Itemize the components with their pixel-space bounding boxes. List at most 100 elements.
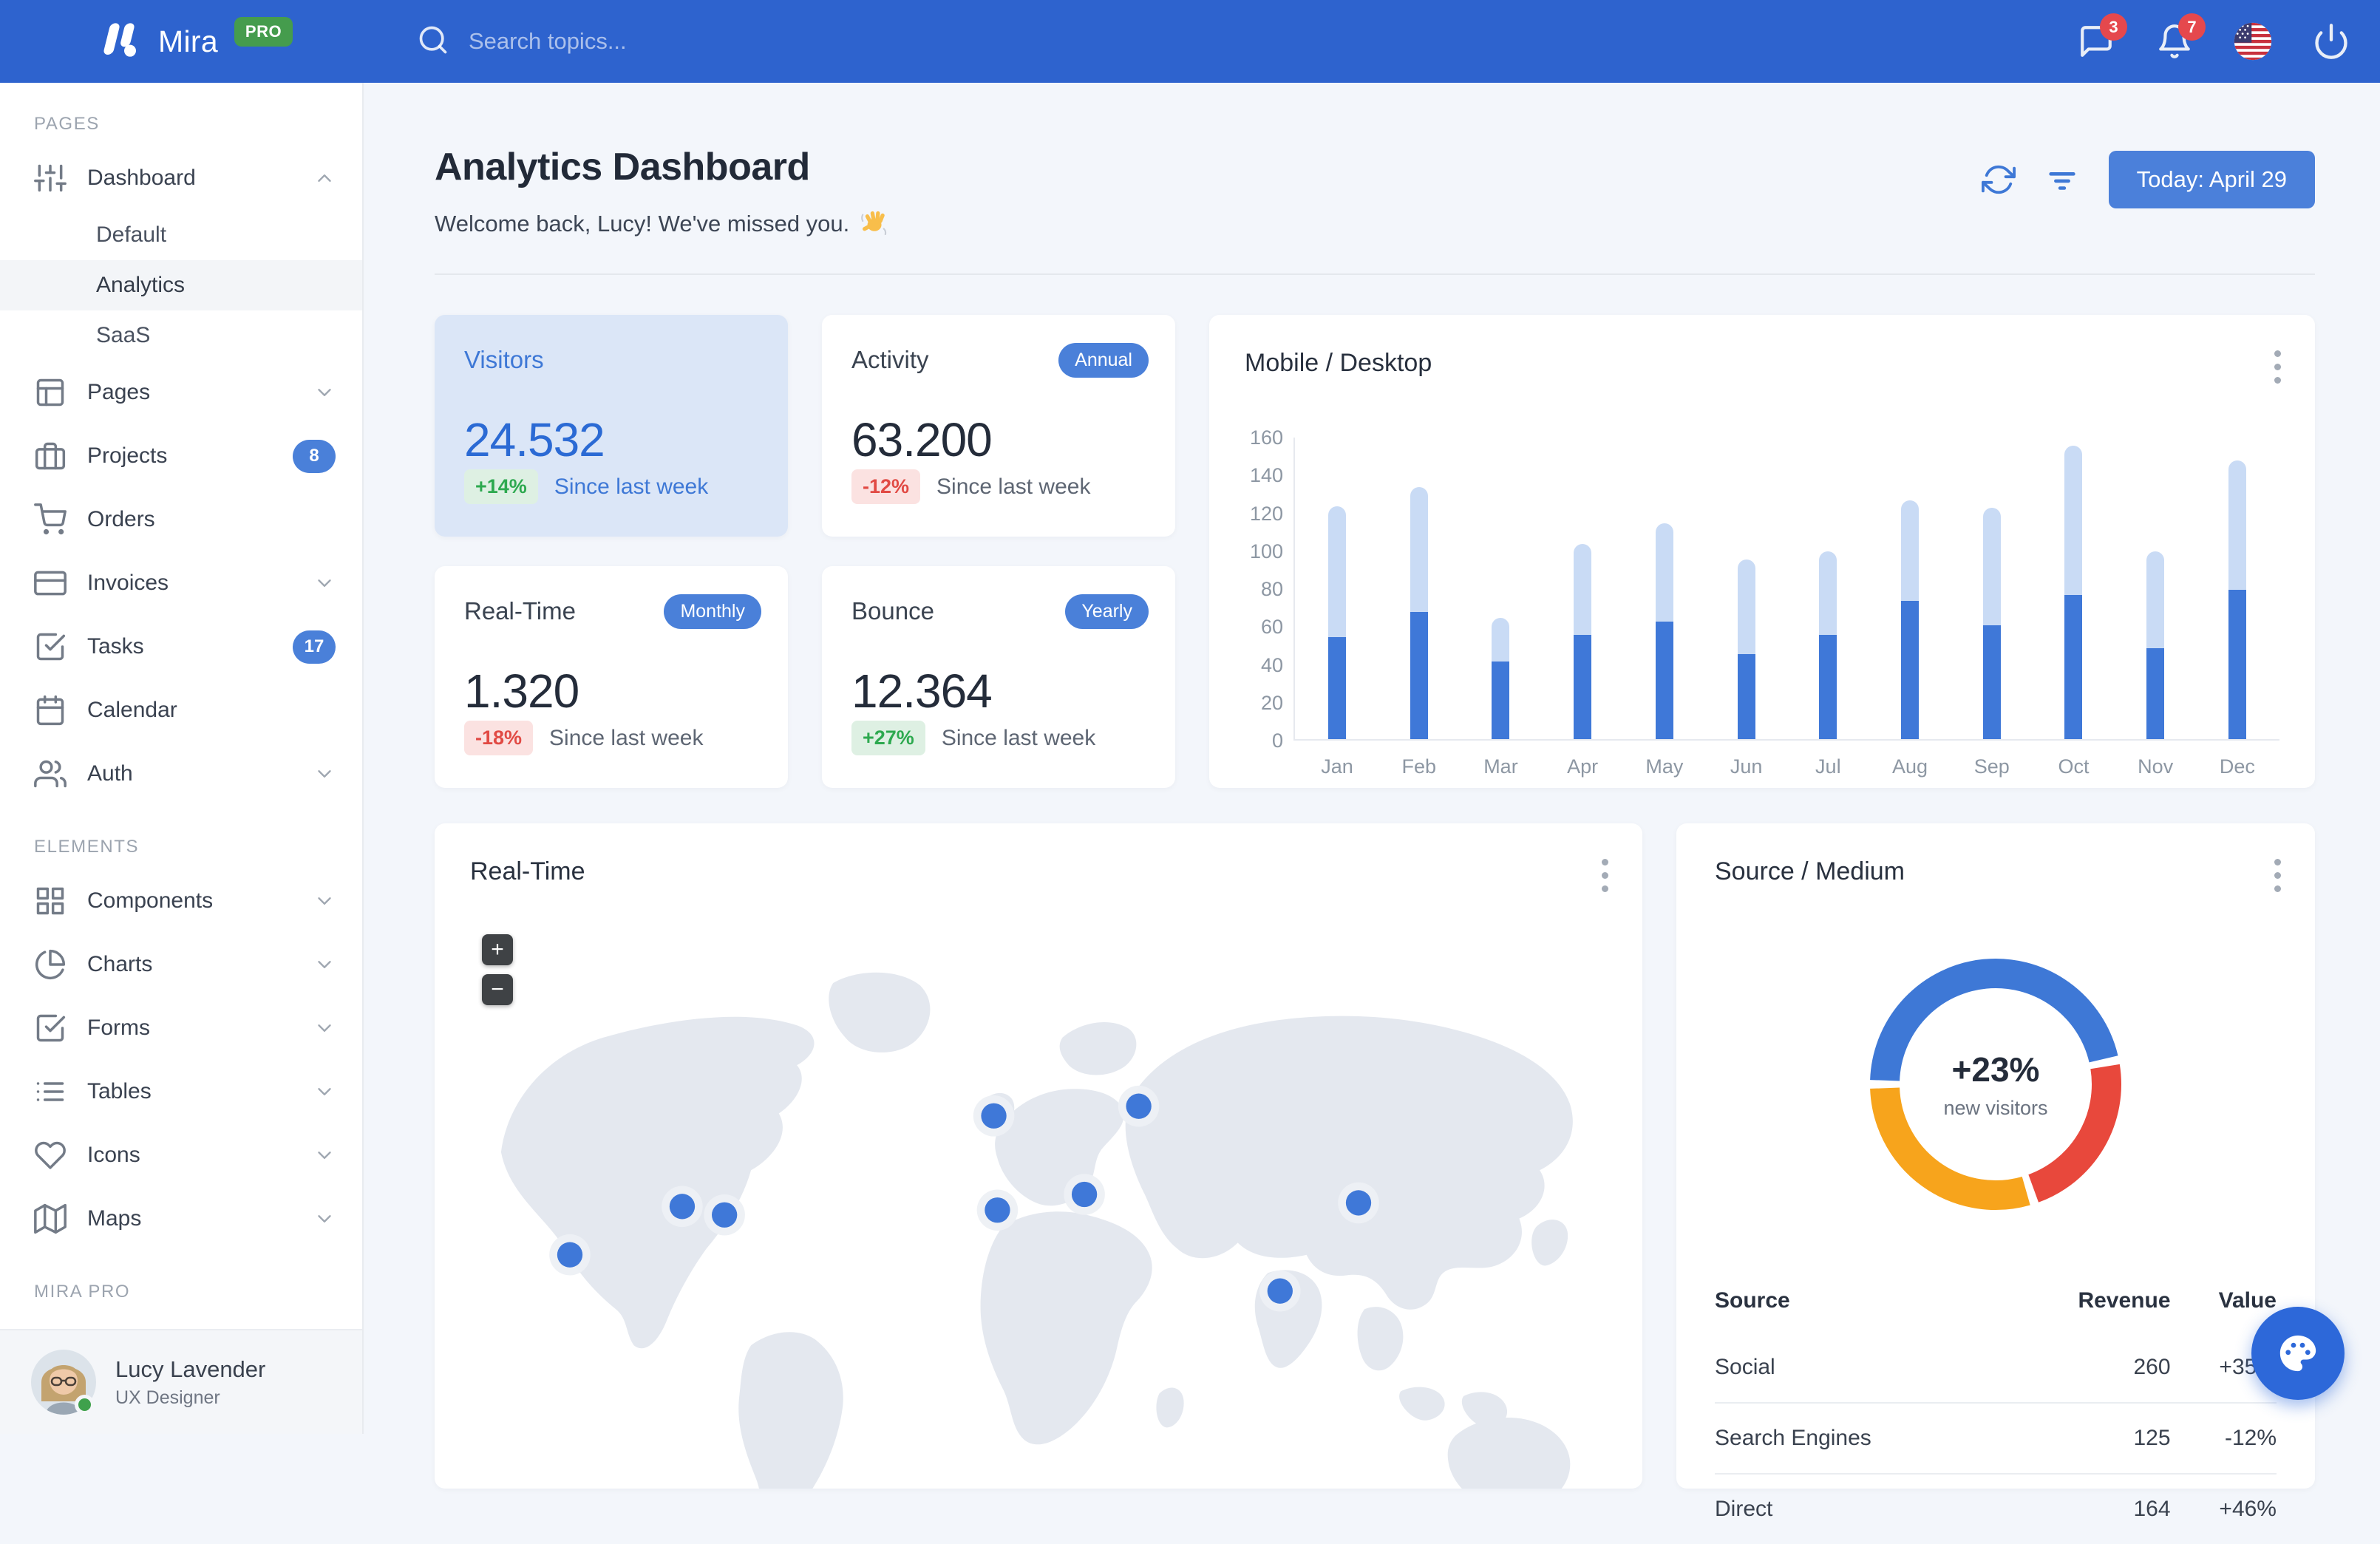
sidebar-item-projects[interactable]: Projects8 xyxy=(0,424,362,488)
map-marker[interactable] xyxy=(557,1242,582,1268)
sidebar-item-auth[interactable]: Auth xyxy=(0,742,362,806)
stat-caption: Since last week xyxy=(942,726,1095,751)
map-marker[interactable] xyxy=(1126,1094,1151,1119)
sidebar-subitem-analytics[interactable]: Analytics xyxy=(0,260,362,310)
theme-settings-fab[interactable] xyxy=(2251,1307,2345,1400)
language-flag-button[interactable] xyxy=(2234,22,2272,61)
map-menu-kebab-icon[interactable] xyxy=(1599,859,1610,892)
power-icon xyxy=(2312,22,2350,61)
x-axis-label: Jul xyxy=(1815,755,1841,778)
bar-apr: Apr xyxy=(1573,438,1592,739)
us-flag-icon xyxy=(2234,20,2272,63)
stat-period-badge[interactable]: Yearly xyxy=(1065,594,1149,629)
bar-segment-mobile xyxy=(1656,622,1673,739)
map-title: Real-Time xyxy=(470,857,1607,886)
x-axis-label: Dec xyxy=(2220,755,2255,778)
map-zoom-out-button[interactable]: − xyxy=(482,974,513,1005)
world-map[interactable] xyxy=(435,911,1642,1489)
sidebar-item-label: Pages xyxy=(87,380,313,405)
sidebar-subitem-default[interactable]: Default xyxy=(0,210,362,260)
x-axis-label: Nov xyxy=(2138,755,2173,778)
map-marker[interactable] xyxy=(712,1203,737,1228)
stat-period-badge[interactable]: Monthly xyxy=(664,594,761,629)
sidebar-item-label: Components xyxy=(87,888,313,914)
bar-segment-mobile xyxy=(1901,601,1919,739)
sidebar-item-dashboard[interactable]: Dashboard xyxy=(0,146,362,210)
sidebar-item-label: Icons xyxy=(87,1143,313,1168)
realtime-map-card: Real-Time + − xyxy=(435,823,1642,1489)
sidebar-user[interactable]: Lucy Lavender UX Designer xyxy=(0,1329,362,1434)
map-marker[interactable] xyxy=(670,1194,695,1219)
navbar-actions: 3 7 xyxy=(2077,22,2380,61)
sidebar-item-orders[interactable]: Orders xyxy=(0,488,362,551)
map-marker[interactable] xyxy=(981,1103,1006,1129)
bar-oct: Oct xyxy=(2064,438,2083,739)
messages-count-badge: 3 xyxy=(2100,13,2127,41)
table-header-value: Value xyxy=(2171,1273,2277,1333)
sidebar-item-components[interactable]: Components xyxy=(0,869,362,933)
check-square-icon xyxy=(34,630,67,663)
sidebar-section-label-pages: PAGES xyxy=(34,114,362,135)
cell-source: Direct xyxy=(1715,1474,2002,1544)
online-status-dot xyxy=(75,1395,95,1415)
search-icon xyxy=(417,24,449,60)
map-marker[interactable] xyxy=(1346,1190,1371,1215)
donut-chart: +23% new visitors xyxy=(1869,957,2123,1211)
messages-button[interactable]: 3 xyxy=(2077,22,2115,61)
bar-segment-desktop xyxy=(1574,544,1591,635)
sidebar-subitem-saas[interactable]: SaaS xyxy=(0,310,362,361)
sidebar-item-label: Charts xyxy=(87,952,313,977)
chevron-down-icon xyxy=(313,1081,336,1103)
bar-segment-desktop xyxy=(2064,446,2082,595)
sidebar-item-icons[interactable]: Icons xyxy=(0,1123,362,1187)
sidebar-item-label: Orders xyxy=(87,507,336,532)
refresh-icon[interactable] xyxy=(1982,163,2016,197)
stat-caption: Since last week xyxy=(549,726,703,751)
brand[interactable]: Mira PRO xyxy=(0,16,364,67)
stat-period-badge[interactable]: Annual xyxy=(1058,343,1149,378)
logout-button[interactable] xyxy=(2312,22,2350,61)
source-menu-kebab-icon[interactable] xyxy=(2272,859,2282,892)
sidebar-item-label: Forms xyxy=(87,1016,313,1041)
sidebar-section-label-elements: ELEMENTS xyxy=(34,837,362,857)
map-marker[interactable] xyxy=(1072,1182,1097,1207)
search-input[interactable] xyxy=(469,28,986,55)
calendar-icon xyxy=(34,694,67,727)
cell-value: +46% xyxy=(2171,1474,2277,1544)
stat-card-visitors: Visitors24.532+14%Since last week xyxy=(435,315,788,537)
sidebar-item-calendar[interactable]: Calendar xyxy=(0,679,362,742)
sidebar-item-label: Tasks xyxy=(87,634,293,659)
bar-segment-mobile xyxy=(1738,654,1755,739)
sidebar-item-invoices[interactable]: Invoices xyxy=(0,551,362,615)
check-square-icon xyxy=(34,1012,67,1044)
sidebar-item-charts[interactable]: Charts xyxy=(0,933,362,996)
donut-center-label: new visitors xyxy=(1943,1097,2047,1120)
map-marker[interactable] xyxy=(985,1197,1010,1222)
map-landmass xyxy=(501,1017,815,1348)
sidebar-item-pages[interactable]: Pages xyxy=(0,361,362,424)
map-zoom-in-button[interactable]: + xyxy=(482,934,513,965)
sidebar-item-forms[interactable]: Forms xyxy=(0,996,362,1060)
map-landmass xyxy=(1358,1307,1404,1370)
map-icon xyxy=(34,1203,67,1235)
date-button[interactable]: Today: April 29 xyxy=(2109,151,2315,208)
mira-logo-icon xyxy=(95,16,142,67)
bar-may: May xyxy=(1655,438,1674,739)
bar-jul: Jul xyxy=(1818,438,1837,739)
top-navbar: Mira PRO 3 7 xyxy=(0,0,2380,83)
map-landmass xyxy=(1060,1022,1137,1075)
table-row: Social260+35% xyxy=(1715,1333,2277,1403)
chevron-down-icon xyxy=(313,1144,336,1166)
sidebar-item-tables[interactable]: Tables xyxy=(0,1060,362,1123)
page-subtitle: Welcome back, Lucy! We've missed you. xyxy=(435,207,888,241)
users-icon xyxy=(34,758,67,790)
wave-emoji-icon xyxy=(860,207,888,241)
sidebar-item-maps[interactable]: Maps xyxy=(0,1187,362,1251)
sidebar-item-tasks[interactable]: Tasks17 xyxy=(0,615,362,679)
notifications-button[interactable]: 7 xyxy=(2155,22,2194,61)
map-marker[interactable] xyxy=(1268,1279,1293,1304)
bar-feb: Feb xyxy=(1410,438,1429,739)
filter-icon[interactable] xyxy=(2045,163,2079,197)
avatar[interactable] xyxy=(31,1350,96,1415)
bar-segment-desktop xyxy=(1328,506,1346,637)
